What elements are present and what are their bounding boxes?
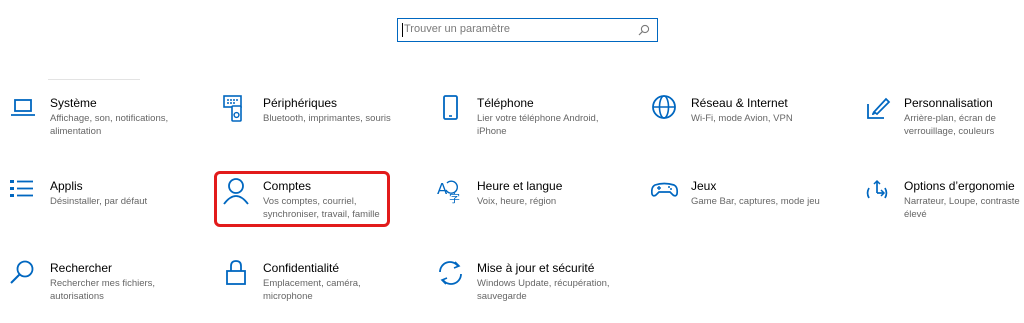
ease-of-access-icon xyxy=(864,177,894,207)
devices-icon xyxy=(222,94,252,124)
tile-title: Confidentialité xyxy=(263,261,340,275)
tile-title: Téléphone xyxy=(477,96,534,110)
tile-description: Désinstaller, par défaut xyxy=(50,196,148,207)
divider xyxy=(48,79,140,80)
tile-title: Jeux xyxy=(691,179,717,193)
text-caret xyxy=(402,23,403,37)
search-icon[interactable] xyxy=(637,23,651,37)
tile-title: Système xyxy=(50,96,97,110)
tile-description: Voix, heure, région xyxy=(477,196,557,207)
highlight-box xyxy=(214,171,390,227)
search-icon xyxy=(8,259,38,289)
tile-title: Applis xyxy=(50,179,83,193)
tile-description: Emplacement, caméra, microphone xyxy=(263,278,361,302)
tile-title: Périphériques xyxy=(263,96,338,110)
tile-description: Windows Update, récupération, sauvegarde xyxy=(477,278,610,302)
tile-title: Personnalisation xyxy=(904,96,993,110)
tile-description: Narrateur, Loupe, contraste élevé xyxy=(904,196,1020,220)
tile-title: Options d’ergonomie xyxy=(904,179,1015,193)
phone-icon xyxy=(436,94,466,124)
gamepad-icon xyxy=(651,177,681,207)
sync-icon xyxy=(436,259,466,289)
globe-icon xyxy=(651,94,681,124)
tile-description: Arrière-plan, écran de verrouillage, cou… xyxy=(904,113,996,137)
time-language-icon: A字 xyxy=(436,177,466,207)
laptop-icon xyxy=(8,94,38,124)
tile-title: Mise à jour et sécurité xyxy=(477,261,595,275)
search-input[interactable]: Trouver un paramètre xyxy=(397,18,658,42)
tile-description: Affichage, son, notifications, alimentat… xyxy=(50,113,169,137)
paintbrush-icon xyxy=(864,94,894,124)
svg-text:字: 字 xyxy=(449,191,460,205)
tile-description: Rechercher mes fichiers, autorisations xyxy=(50,278,156,302)
apps-list-icon xyxy=(8,177,38,207)
tile-title: Rechercher xyxy=(50,261,113,275)
tile-description: Game Bar, captures, mode jeu xyxy=(691,196,820,207)
tile-description: Wi-Fi, mode Avion, VPN xyxy=(691,113,793,124)
tile-title: Réseau & Internet xyxy=(691,96,788,110)
tile-description: Lier votre téléphone Android, iPhone xyxy=(477,113,599,137)
search-placeholder: Trouver un paramètre xyxy=(404,23,510,35)
svg-text:A: A xyxy=(437,180,448,198)
lock-icon xyxy=(222,259,252,289)
tile-title: Heure et langue xyxy=(477,179,563,193)
tile-description: Bluetooth, imprimantes, souris xyxy=(263,113,391,124)
